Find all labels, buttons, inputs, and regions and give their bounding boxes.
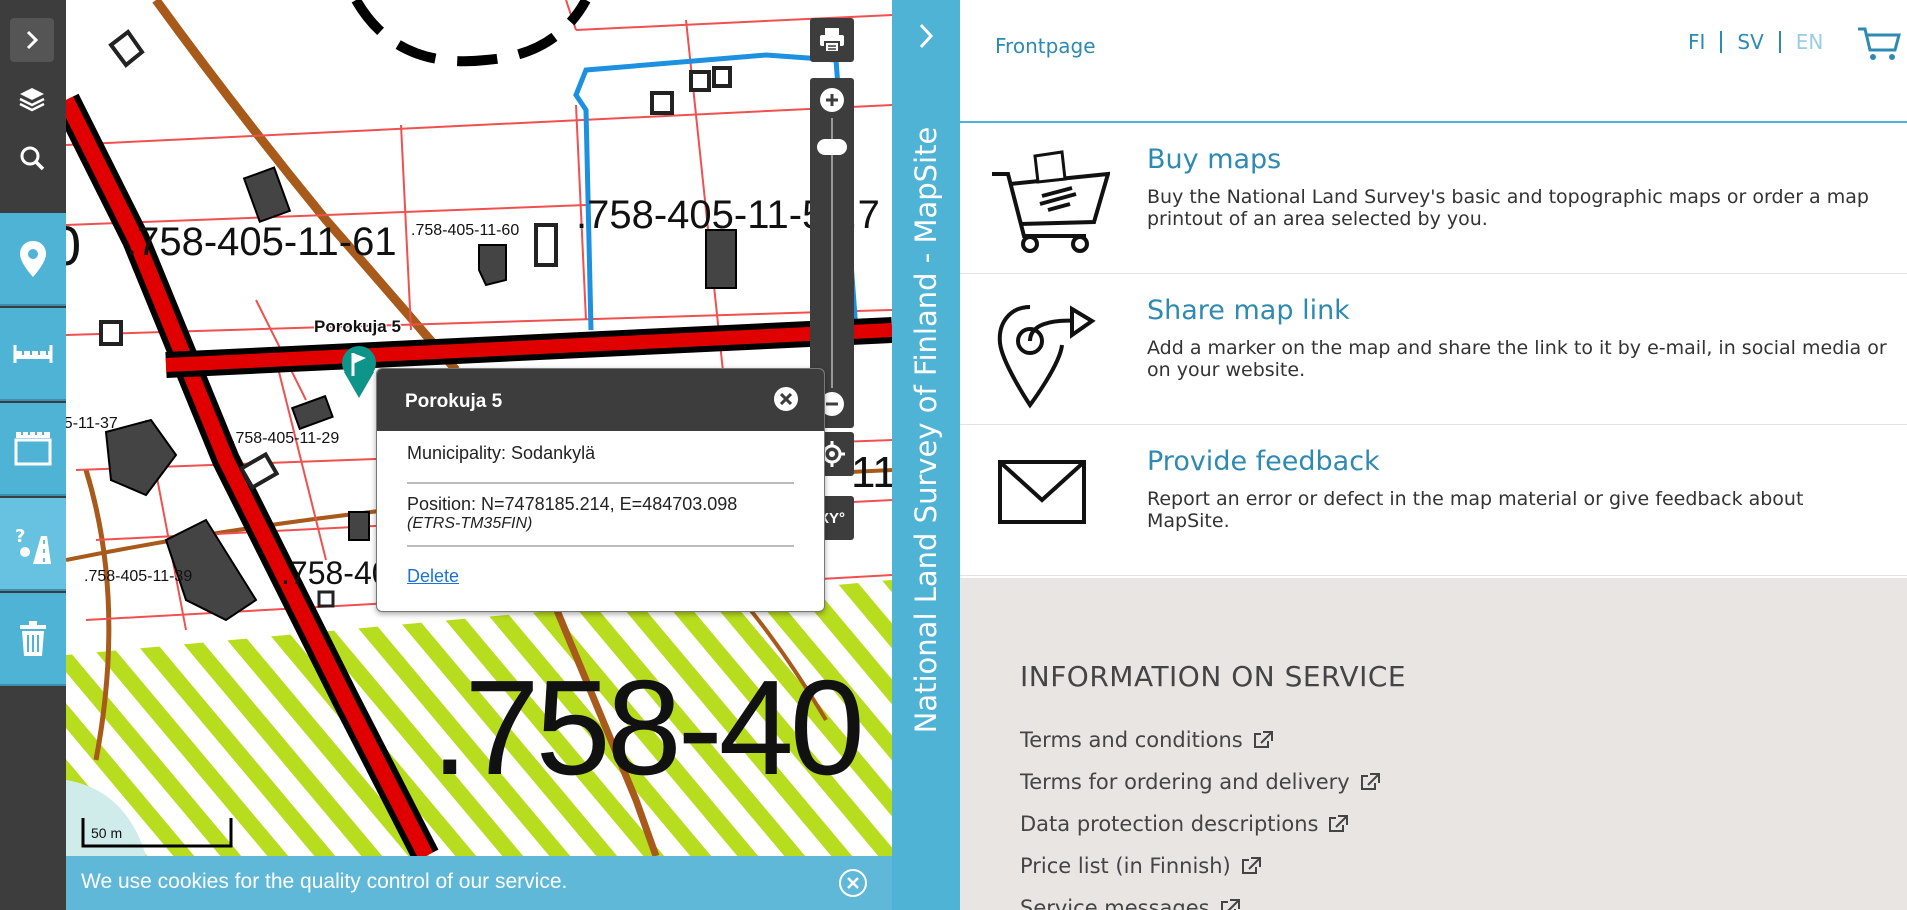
popup-close-button[interactable] xyxy=(774,387,798,411)
frontpage-link[interactable]: Frontpage xyxy=(995,34,1096,58)
feature-buy-maps[interactable]: Buy maps Buy the National Land Survey's … xyxy=(960,124,1907,274)
close-icon xyxy=(780,393,792,405)
external-link-icon xyxy=(1220,899,1240,910)
cart-icon[interactable] xyxy=(1857,26,1901,62)
road-help-button[interactable]: ? xyxy=(0,498,66,591)
map-canvas[interactable]: .758-405-11-61 0 .758-405-11-60 .758-405… xyxy=(66,0,892,910)
feature-title[interactable]: Provide feedback xyxy=(1147,446,1380,477)
parcel-label: .758-405-11-29 xyxy=(231,430,340,447)
external-link-icon xyxy=(1253,731,1273,748)
minus-icon xyxy=(826,402,838,406)
site-title-vertical: National Land Survey of Finland - MapSit… xyxy=(909,126,943,734)
svg-text:?: ? xyxy=(15,526,25,547)
plus-icon xyxy=(826,94,838,106)
parcel-label: .758-405-11-39 xyxy=(84,568,193,585)
location-pin-icon xyxy=(20,240,46,277)
parcel-label: 0 xyxy=(66,213,81,278)
panel-header: Frontpage FI SV EN xyxy=(960,0,1907,123)
chevron-right-icon xyxy=(919,23,934,49)
info-link[interactable]: Terms for ordering and delivery xyxy=(1020,770,1380,794)
left-toolbar: ? xyxy=(0,0,66,910)
info-panel: Frontpage FI SV EN Buy maps Buy the Nati… xyxy=(960,0,1907,910)
parcel-label-large: .758-40 xyxy=(431,652,865,803)
lang-sv[interactable]: SV xyxy=(1737,30,1763,54)
location-popup: Porokuja 5 Municipality: Sodankylä Posit… xyxy=(376,368,825,612)
feature-description: Report an error or defect in the map mat… xyxy=(1147,488,1804,532)
map-marker-flag[interactable] xyxy=(342,346,376,398)
cookie-text: We use cookies for the quality control o… xyxy=(81,870,568,893)
panel-toggle-strip[interactable]: National Land Survey of Finland - MapSit… xyxy=(892,0,960,910)
external-link-icon xyxy=(1241,857,1261,874)
info-link[interactable]: Service messages xyxy=(1020,896,1240,910)
feature-description: Buy the National Land Survey's basic and… xyxy=(1147,186,1869,230)
search-button[interactable] xyxy=(10,136,54,180)
popup-municipality: Municipality: Sodankylä xyxy=(407,431,794,484)
info-link[interactable]: Data protection descriptions xyxy=(1020,812,1349,836)
feature-share-link[interactable]: Share map link Add a marker on the map a… xyxy=(960,275,1907,425)
parcel-label: .758-405-11-60 xyxy=(411,222,520,239)
printer-icon xyxy=(820,28,844,53)
close-icon xyxy=(847,877,859,889)
lang-fi[interactable]: FI xyxy=(1688,30,1705,54)
expand-menu-button[interactable] xyxy=(10,18,54,62)
zoom-in-button[interactable] xyxy=(820,88,844,112)
info-link[interactable]: Price list (in Finnish) xyxy=(1020,854,1261,878)
parcel-label: 405-11-37 xyxy=(66,415,118,432)
feature-title[interactable]: Buy maps xyxy=(1147,144,1281,175)
print-button[interactable] xyxy=(810,18,854,62)
envelope-icon xyxy=(998,460,1086,524)
road-question-icon: ? xyxy=(15,526,51,564)
delete-marker-link[interactable]: Delete xyxy=(407,566,459,586)
parcel-label: 11- xyxy=(851,448,892,497)
marker-label: Porokuja 5 xyxy=(314,317,401,336)
clear-map-button[interactable] xyxy=(0,593,66,686)
popup-title: Porokuja 5 xyxy=(405,391,503,412)
info-heading: INFORMATION ON SERVICE xyxy=(1020,660,1407,693)
trash-icon xyxy=(20,620,46,656)
popup-header: Porokuja 5 xyxy=(377,369,824,431)
cookie-close-button[interactable] xyxy=(839,869,867,897)
search-icon xyxy=(20,146,45,171)
lang-en[interactable]: EN xyxy=(1796,30,1824,54)
feature-description: Add a marker on the map and share the li… xyxy=(1147,337,1887,381)
service-info-section: INFORMATION ON SERVICE Terms and conditi… xyxy=(960,578,1907,910)
marker-tool-button[interactable] xyxy=(0,213,66,306)
zoom-slider-handle[interactable] xyxy=(817,139,847,155)
parcel-label: .758-40 xyxy=(281,555,390,591)
scale-label: 50 m xyxy=(91,825,123,841)
share-location-icon xyxy=(997,305,1096,409)
feature-title[interactable]: Share map link xyxy=(1147,295,1350,326)
cookie-banner: We use cookies for the quality control o… xyxy=(66,856,892,910)
language-switcher: FI SV EN xyxy=(1688,30,1823,54)
external-link-icon xyxy=(1329,815,1349,832)
area-measure-icon xyxy=(14,431,52,465)
shopping-cart-icon xyxy=(992,150,1110,253)
measure-distance-button[interactable] xyxy=(0,308,66,401)
feature-feedback[interactable]: Provide feedback Report an error or defe… xyxy=(960,426,1907,576)
external-link-icon xyxy=(1360,773,1380,790)
layers-button[interactable] xyxy=(10,77,54,121)
chevron-right-icon xyxy=(26,30,39,50)
layers-icon xyxy=(19,88,45,112)
measure-area-button[interactable] xyxy=(0,403,66,496)
popup-position: Position: N=7478185.214, E=484703.098 xyxy=(407,494,738,514)
popup-crs: (ETRS-TM35FIN) xyxy=(407,515,794,547)
info-link[interactable]: Terms and conditions xyxy=(1020,728,1273,752)
ruler-icon xyxy=(13,344,53,363)
parcel-label: .758-405-11-61 xyxy=(126,220,397,264)
